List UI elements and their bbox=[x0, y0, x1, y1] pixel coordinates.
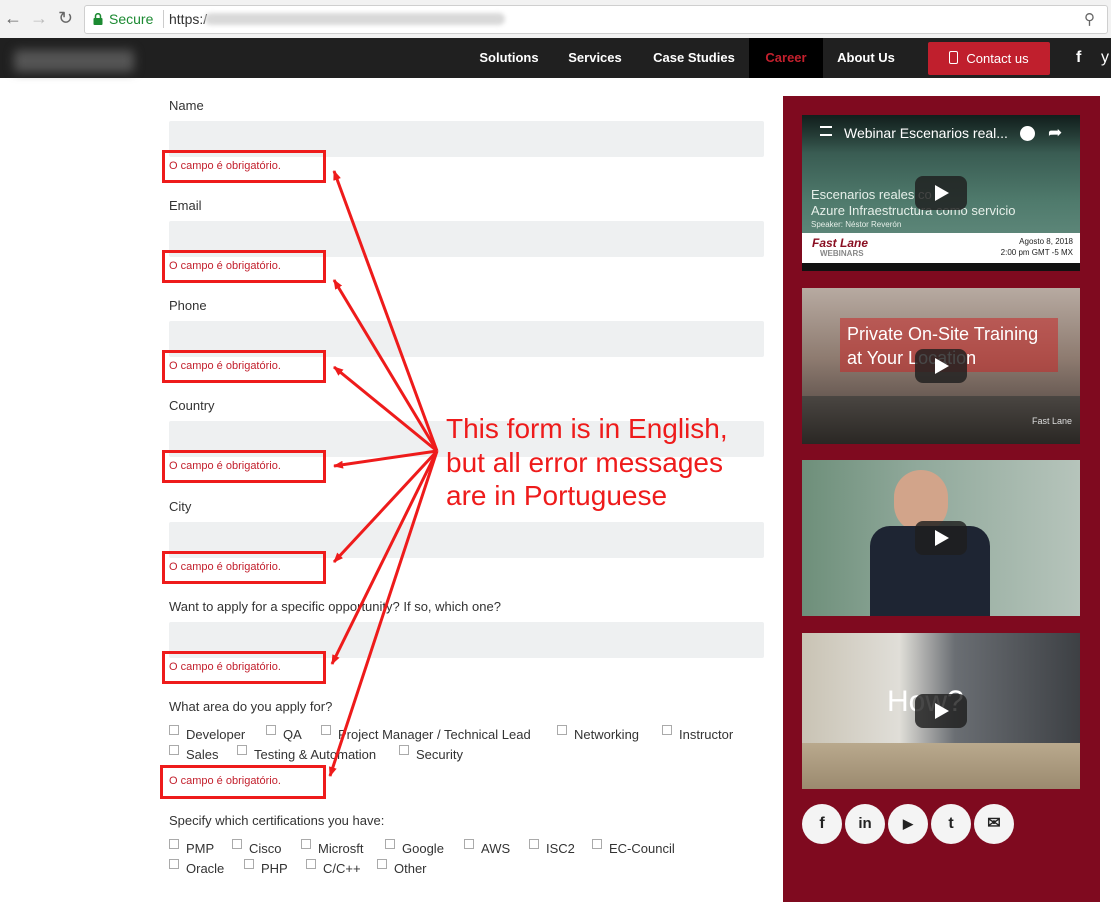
annotation-line: but all error messages bbox=[446, 446, 724, 478]
play-button-icon[interactable] bbox=[915, 521, 967, 555]
email-icon[interactable]: ✉ bbox=[974, 804, 1014, 844]
playlist-icon bbox=[820, 126, 832, 136]
brand-sub: WEBINARS bbox=[820, 249, 864, 258]
video-overlay-line: Azure Infraestructura como servicio bbox=[811, 203, 1016, 218]
facebook-icon[interactable]: f bbox=[802, 804, 842, 844]
annotation-line: This form is in English, bbox=[446, 413, 728, 444]
twitter-icon[interactable]: t bbox=[931, 804, 971, 844]
video-speaker[interactable] bbox=[802, 460, 1080, 616]
arrow-to-opportunity-error bbox=[330, 450, 439, 665]
video-title: Webinar Escenarios real... bbox=[844, 125, 1008, 141]
arrow-to-country-error bbox=[333, 449, 438, 469]
video-speaker: Speaker: Néstor Reverón bbox=[811, 220, 902, 229]
annotation-text: This form is in English, but all error m… bbox=[446, 412, 728, 513]
video-watermark: Fast Lane bbox=[1031, 416, 1072, 426]
video-webinar[interactable]: Webinar Escenarios real... ➦ Escenarios … bbox=[802, 115, 1080, 271]
play-button-icon[interactable] bbox=[915, 176, 967, 210]
video-overlay-line: Private On-Site Training bbox=[847, 324, 1039, 344]
arrow-to-area-error bbox=[328, 450, 439, 777]
brand-logo-text: Fast Lane bbox=[812, 236, 869, 250]
video-date: Agosto 8, 2018 bbox=[1019, 237, 1073, 246]
video-overlay-line: Escenarios reales co bbox=[811, 187, 932, 202]
linkedin-icon[interactable]: in bbox=[845, 804, 885, 844]
play-button-icon[interactable] bbox=[915, 349, 967, 383]
video-time: 2:00 pm GMT -5 MX bbox=[1000, 248, 1073, 257]
share-icon[interactable]: ➦ bbox=[1048, 123, 1062, 143]
video-footer-band: Fast Lane WEBINARS Agosto 8, 2018 2:00 p… bbox=[802, 233, 1080, 263]
youtube-icon[interactable]: ▶ bbox=[888, 804, 928, 844]
annotation-line: are in Portuguese bbox=[446, 480, 668, 511]
video-how[interactable]: How? bbox=[802, 633, 1080, 789]
play-button-icon[interactable] bbox=[915, 694, 967, 728]
arrow-to-email-error bbox=[332, 279, 439, 452]
video-onsite-training[interactable]: Private On-Site Training at Your Locatio… bbox=[802, 288, 1080, 444]
watch-later-icon[interactable] bbox=[1020, 126, 1035, 141]
arrow-to-city-error bbox=[332, 449, 439, 564]
